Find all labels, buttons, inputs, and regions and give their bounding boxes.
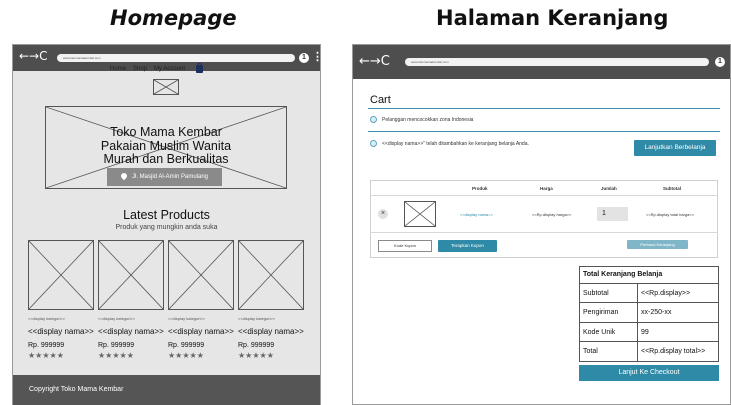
totals-row-unique-code: Kode Unik 99 xyxy=(579,323,719,342)
location-pin-icon xyxy=(119,171,129,181)
divider xyxy=(368,108,720,109)
profile-icon[interactable]: 1 xyxy=(715,57,725,67)
product-card[interactable]: <<display kategori>> <<display nama>> Rp… xyxy=(98,240,166,360)
added-notice: <<display nama>>" telah ditambahkan ke k… xyxy=(370,140,529,147)
product-card[interactable]: <<display kategori>> <<display nama>> Rp… xyxy=(168,240,236,360)
row-divider xyxy=(370,195,718,196)
latest-products-title: Latest Products xyxy=(123,208,210,222)
product-category: <<display kategori>> xyxy=(238,316,276,321)
totals-value: <<Rp.display>> xyxy=(641,290,691,297)
menu-icon[interactable]: ⋮ xyxy=(312,50,320,63)
site-footer: Copyright Toko Mama Kembar xyxy=(13,375,320,405)
nav-shop[interactable]: Shop xyxy=(133,66,147,72)
remove-item-icon[interactable]: × xyxy=(378,209,388,219)
homepage-heading: Homepage xyxy=(110,6,237,30)
product-name: <<display nama>> xyxy=(28,327,94,336)
totals-title-row: Total Keranjang Belanja xyxy=(579,266,719,284)
product-name: <<display nama>> xyxy=(168,327,234,336)
nav-home[interactable]: Home xyxy=(110,66,126,72)
product-image-placeholder xyxy=(168,240,234,310)
address-bar[interactable]: www.tokomamakembar.com xyxy=(405,58,709,66)
info-icon xyxy=(370,116,377,123)
row-divider xyxy=(370,232,718,233)
product-category: <<display kategori>> xyxy=(168,316,206,321)
info-icon xyxy=(370,140,377,147)
product-price: Rp. 999999 xyxy=(168,342,205,349)
product-category: <<display kategori>> xyxy=(98,316,136,321)
update-cart-button[interactable]: Perbarui Keranjang xyxy=(627,240,688,249)
nav-my-account[interactable]: My Account xyxy=(154,66,185,72)
product-rating-stars: ★★★★★ xyxy=(28,351,64,360)
divider xyxy=(368,131,720,132)
product-image-placeholder xyxy=(28,240,94,310)
totals-title: Total Keranjang Belanja xyxy=(583,271,663,278)
cart-item-subtotal: <<Rp.display total harga>> xyxy=(646,212,695,217)
totals-label: Total xyxy=(583,348,598,355)
product-card[interactable]: <<display kategori>> <<display nama>> Rp… xyxy=(28,240,96,360)
apply-coupon-button[interactable]: Terapkan Kupon xyxy=(438,240,497,252)
cart-item-image-placeholder xyxy=(404,201,436,227)
product-rating-stars: ★★★★★ xyxy=(168,351,204,360)
coupon-code-input[interactable]: Kode Kupon xyxy=(378,240,432,252)
column-header-qty: Jumlah xyxy=(601,186,617,191)
cart-title: Cart xyxy=(370,94,391,106)
product-price: Rp. 999999 xyxy=(98,342,135,349)
product-name: <<display nama>> xyxy=(98,327,164,336)
hero-title: Toko Mama Kembar Pakaian Muslim Wanita M… xyxy=(45,125,287,167)
address-bar[interactable]: www.tokomamakembar.com xyxy=(57,54,295,62)
profile-icon[interactable]: 1 xyxy=(299,53,309,63)
product-price: Rp. 999999 xyxy=(238,342,275,349)
added-notice-text: <<display nama>>" telah ditambahkan ke k… xyxy=(382,140,529,147)
browser-toolbar: ←→C www.tokomamakembar.com 1 xyxy=(353,45,730,79)
product-card[interactable]: <<display kategori>> <<display nama>> Rp… xyxy=(238,240,306,360)
zone-notice-text: Pelanggan mencocokkan zona Indonesia xyxy=(382,116,474,123)
hero-title-line-2: Pakaian Muslim Wanita xyxy=(100,138,232,153)
cart-item-price: <<Rp.display harga>> xyxy=(532,212,572,217)
product-rating-stars: ★★★★★ xyxy=(238,351,274,360)
product-name: <<display nama>> xyxy=(238,327,304,336)
hero-title-line-3: Murah dan Berkualitas xyxy=(103,152,229,166)
quantity-input[interactable]: 1 xyxy=(597,207,628,221)
product-price: Rp. 999999 xyxy=(28,342,65,349)
totals-row-subtotal: Subtotal <<Rp.display>> xyxy=(579,284,719,303)
continue-shopping-button[interactable]: Lanjutkan Berbelanja xyxy=(634,140,716,156)
column-header-subtotal: Subtotal xyxy=(663,186,681,191)
cart-page-heading: Halaman Keranjang xyxy=(436,6,669,30)
address-text: Jl. Masjid Al-Amin Pamulang xyxy=(131,174,209,180)
column-header-product: Produk xyxy=(472,186,488,191)
totals-value: <<Rp.display total>> xyxy=(641,348,706,355)
totals-label: Pengiriman xyxy=(583,309,619,316)
totals-row-total: Total <<Rp.display total>> xyxy=(579,342,719,362)
product-rating-stars: ★★★★★ xyxy=(98,351,134,360)
proceed-to-checkout-button[interactable]: Lanjut Ke Checkout xyxy=(579,365,719,381)
browser-nav-icons[interactable]: ←→C xyxy=(19,49,48,63)
main-nav: Home Shop My Account xyxy=(110,63,204,73)
product-category: <<display kategori>> xyxy=(28,316,66,321)
address-badge[interactable]: Jl. Masjid Al-Amin Pamulang xyxy=(107,168,222,186)
latest-products-subtitle: Produk yang mungkin anda suka xyxy=(115,224,218,231)
browser-nav-icons[interactable]: ←→C xyxy=(359,54,390,69)
totals-label: Kode Unik xyxy=(583,329,616,336)
totals-label: Subtotal xyxy=(583,290,609,297)
product-image-placeholder xyxy=(98,240,164,310)
logo-image-placeholder xyxy=(153,79,179,95)
totals-row-shipping: Pengiriman xx-250-xx xyxy=(579,303,719,323)
hero-title-line-1: Toko Mama Kembar xyxy=(110,125,222,139)
cart-item-name[interactable]: <<display nama>> xyxy=(460,212,493,217)
totals-value: 99 xyxy=(641,329,649,336)
totals-value: xx-250-xx xyxy=(641,309,672,316)
shopping-bag-icon[interactable] xyxy=(196,63,204,73)
column-header-price: Harga xyxy=(540,186,553,191)
product-image-placeholder xyxy=(238,240,304,310)
zone-notice: Pelanggan mencocokkan zona Indonesia xyxy=(370,116,473,123)
